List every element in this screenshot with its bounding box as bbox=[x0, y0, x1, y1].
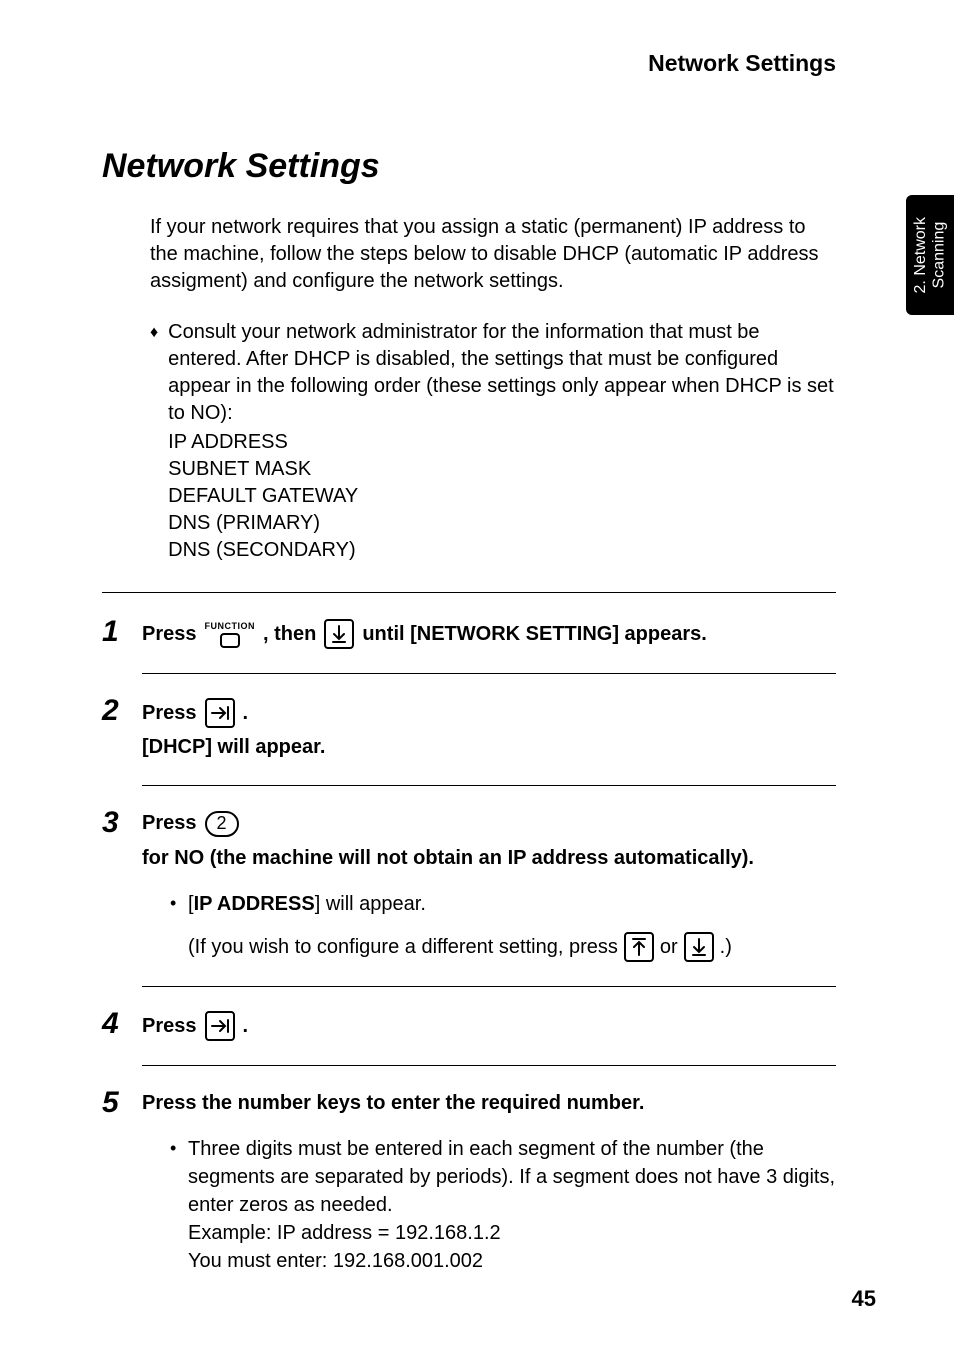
setting-item: DNS (SECONDARY) bbox=[168, 537, 836, 564]
note-lead: Consult your network administrator for t… bbox=[168, 321, 834, 424]
diamond-bullet-icon: ♦ bbox=[150, 319, 158, 564]
right-arrow-key-icon bbox=[205, 698, 235, 728]
bullet-text: Three digits must be entered in each seg… bbox=[188, 1135, 836, 1275]
text: Press bbox=[142, 700, 197, 727]
step-3-line: Press 2 for NO (the machine will not obt… bbox=[142, 810, 836, 872]
step-3: 3 Press 2 for NO (the machine will not o… bbox=[102, 810, 836, 962]
note-block: ♦ Consult your network administrator for… bbox=[150, 319, 836, 564]
step-4-line: Press . bbox=[142, 1011, 836, 1041]
section-tab-label: 2. NetworkScanning bbox=[912, 217, 949, 293]
step-1-line: Press FUNCTION , then until [NETWORK SET… bbox=[142, 619, 836, 649]
step-2: 2 Press . [DHCP] will appear. bbox=[102, 698, 836, 761]
down-arrow-key-icon bbox=[324, 619, 354, 649]
text: . bbox=[243, 1013, 249, 1040]
step-5-line: Press the number keys to enter the requi… bbox=[142, 1090, 836, 1117]
step-4: 4 Press . bbox=[102, 1011, 836, 1041]
up-arrow-key-icon bbox=[624, 932, 654, 962]
step-body: Press 2 for NO (the machine will not obt… bbox=[142, 810, 836, 962]
step-2-line1: Press . bbox=[142, 698, 836, 728]
function-key-box-icon bbox=[220, 633, 240, 648]
setting-item: SUBNET MASK bbox=[168, 456, 836, 483]
bullet-icon: • bbox=[170, 890, 188, 918]
text: ] will appear. bbox=[315, 893, 426, 915]
text-bold: IP ADDRESS bbox=[194, 893, 315, 915]
step-2-line2: [DHCP] will appear. bbox=[142, 734, 836, 761]
page: Network Settings 2. NetworkScanning Netw… bbox=[0, 0, 954, 1352]
step-1: 1 Press FUNCTION , then until [NETWORK S… bbox=[102, 592, 836, 649]
text: Press bbox=[142, 1013, 197, 1040]
setting-item: IP ADDRESS bbox=[168, 429, 836, 456]
setting-item: DNS (PRIMARY) bbox=[168, 510, 836, 537]
divider bbox=[142, 785, 836, 786]
step-number: 4 bbox=[102, 1009, 142, 1039]
page-number: 45 bbox=[852, 1286, 876, 1312]
text: , then bbox=[263, 621, 316, 648]
settings-list: IP ADDRESS SUBNET MASK DEFAULT GATEWAY D… bbox=[168, 429, 836, 564]
step-body: Press FUNCTION , then until [NETWORK SET… bbox=[142, 619, 836, 649]
function-key-icon: FUNCTION bbox=[205, 620, 256, 648]
function-key-label: FUNCTION bbox=[205, 620, 256, 632]
text: .) bbox=[720, 934, 732, 961]
step-number: 3 bbox=[102, 808, 142, 838]
setting-item: DEFAULT GATEWAY bbox=[168, 483, 836, 510]
bullet-text: [IP ADDRESS] will appear. bbox=[188, 890, 836, 918]
step-number: 2 bbox=[102, 696, 142, 726]
step-number: 1 bbox=[102, 617, 142, 647]
step-body: Press . [DHCP] will appear. bbox=[142, 698, 836, 761]
text: You must enter: 192.168.001.002 bbox=[188, 1250, 483, 1272]
step-3-paren: (If you wish to configure a different se… bbox=[188, 932, 836, 962]
down-arrow-key-icon bbox=[684, 932, 714, 962]
text: Press bbox=[142, 621, 197, 648]
step-body: Press . bbox=[142, 1011, 836, 1041]
text: Three digits must be entered in each seg… bbox=[188, 1138, 835, 1216]
step-5-bullet: • Three digits must be entered in each s… bbox=[170, 1135, 836, 1275]
number-2-key-icon: 2 bbox=[205, 811, 239, 837]
text: for NO (the machine will not obtain an I… bbox=[142, 845, 754, 872]
text: until [NETWORK SETTING] appears. bbox=[362, 621, 706, 648]
step-body: Press the number keys to enter the requi… bbox=[142, 1090, 836, 1275]
intro-paragraph: If your network requires that you assign… bbox=[150, 214, 836, 295]
bullet-icon: • bbox=[170, 1135, 188, 1275]
divider bbox=[142, 673, 836, 674]
text: Press the number keys to enter the requi… bbox=[142, 1090, 644, 1117]
text: Example: IP address = 192.168.1.2 bbox=[188, 1222, 501, 1244]
text: (If you wish to configure a different se… bbox=[188, 934, 618, 961]
text: or bbox=[660, 934, 678, 961]
note-text: Consult your network administrator for t… bbox=[168, 319, 836, 564]
running-header: Network Settings bbox=[78, 50, 836, 77]
divider bbox=[142, 986, 836, 987]
step-number: 5 bbox=[102, 1088, 142, 1118]
text: . bbox=[243, 700, 249, 727]
page-title: Network Settings bbox=[102, 147, 876, 186]
text: Press bbox=[142, 810, 197, 837]
divider bbox=[142, 1065, 836, 1066]
section-tab: 2. NetworkScanning bbox=[906, 195, 954, 315]
step-3-bullet: • [IP ADDRESS] will appear. bbox=[170, 890, 836, 918]
right-arrow-key-icon bbox=[205, 1011, 235, 1041]
step-5: 5 Press the number keys to enter the req… bbox=[102, 1090, 836, 1275]
